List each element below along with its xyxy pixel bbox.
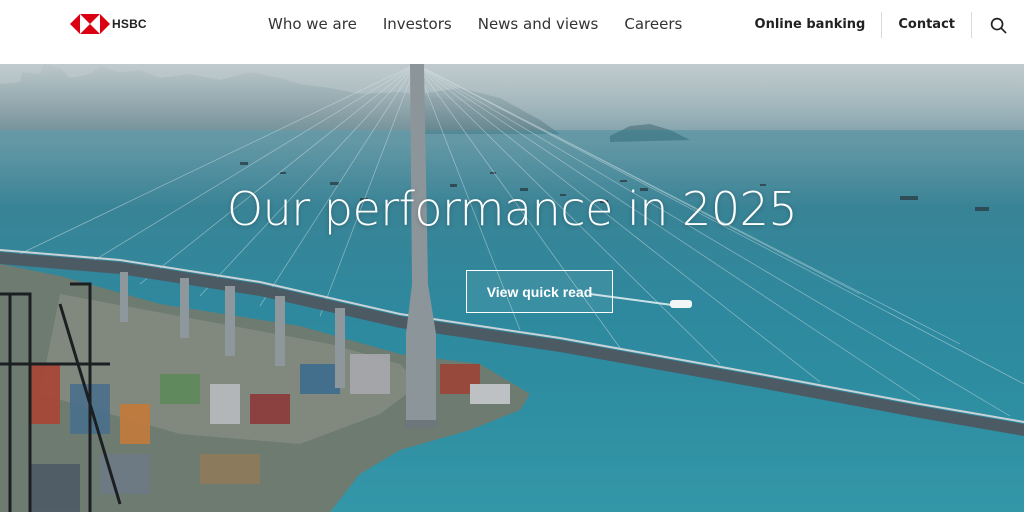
primary-nav: Who we are Investors News and views Care… [268, 14, 708, 34]
online-banking-link[interactable]: Online banking [739, 12, 882, 38]
search-icon [990, 17, 1006, 33]
nav-item-who-we-are[interactable]: Who we are [268, 14, 357, 34]
nav-item-news-and-views[interactable]: News and views [478, 14, 599, 34]
brand-name: HSBC [112, 17, 147, 31]
hsbc-hexagon-logo-icon [70, 14, 110, 34]
contact-link[interactable]: Contact [882, 12, 971, 38]
nav-item-investors[interactable]: Investors [383, 14, 452, 34]
search-button[interactable] [972, 12, 1024, 38]
hero-banner: Our performance in 2025 View quick read [0, 64, 1024, 512]
site-header: HSBC Who we are Investors News and views… [0, 0, 1024, 64]
utility-nav: Online banking Contact [739, 12, 1024, 38]
view-quick-read-button[interactable]: View quick read [466, 270, 613, 313]
nav-item-careers[interactable]: Careers [624, 14, 682, 34]
brand-logo[interactable]: HSBC [70, 14, 147, 34]
hero-title: Our performance in 2025 [226, 182, 798, 236]
